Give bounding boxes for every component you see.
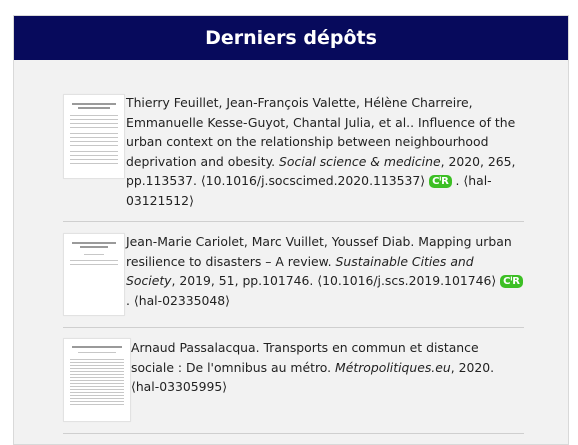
latest-deposits-panel: Derniers dépôts Thierry Feuillet, Jean-F… (13, 15, 569, 445)
deposit-citation: Jean-Marie Cariolet, Marc Vuillet, Youss… (126, 232, 524, 310)
deposit-item[interactable]: Jean-Marie Cariolet, Marc Vuillet, Youss… (63, 222, 524, 328)
deposit-authors: Arnaud Passalacqua. (131, 340, 260, 355)
deposit-journal: Social science & medicine (279, 153, 441, 169)
document-thumbnail[interactable] (63, 233, 125, 316)
deposit-journal: Métropolitiques.eu (335, 359, 451, 375)
deposit-hal-id: . ⟨hal-02335048⟩ (126, 292, 230, 308)
document-thumbnail[interactable] (63, 338, 131, 422)
deposit-citation: Arnaud Passalacqua. Transports en commun… (131, 338, 524, 397)
panel-title: Derniers dépôts (205, 27, 377, 49)
deposit-citation: Thierry Feuillet, Jean-François Valette,… (126, 93, 524, 210)
deposit-item[interactable]: Thierry Feuillet, Jean-François Valette,… (63, 92, 524, 222)
deposit-authors: Jean-Marie Cariolet, Marc Vuillet, Youss… (126, 234, 415, 249)
document-thumbnail[interactable] (63, 94, 125, 179)
deposit-details: , 2019, 51, pp.101746. ⟨10.1016/j.scs.20… (171, 273, 497, 288)
deposit-item[interactable]: Arnaud Passalacqua. Transports en commun… (63, 328, 524, 434)
deposit-list: Thierry Feuillet, Jean-François Valette,… (63, 92, 524, 434)
car-badge-icon[interactable]: CᴵR (500, 275, 523, 288)
car-badge-icon[interactable]: CᴵR (429, 175, 452, 188)
panel-header: Derniers dépôts (14, 16, 568, 60)
